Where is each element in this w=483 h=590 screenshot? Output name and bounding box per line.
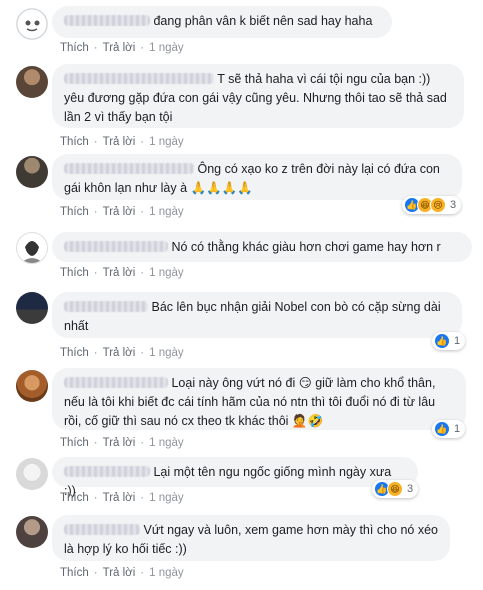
reaction-count: 1 bbox=[454, 335, 461, 347]
timestamp[interactable]: 1 ngày bbox=[149, 42, 184, 54]
reply-link[interactable]: Trả lời bbox=[103, 437, 136, 449]
timestamp[interactable]: 1 ngày bbox=[149, 206, 184, 218]
comment-text: đang phân vân k biết nên sad hay haha bbox=[153, 14, 373, 28]
reply-link[interactable]: Trả lời bbox=[103, 567, 136, 579]
comment-actions: Thích · Trả lời · 1 ngày bbox=[60, 136, 184, 148]
reaction-summary[interactable]: 👍 1 bbox=[432, 420, 466, 438]
comment-bubble: Lại một tên ngu ngốc giống mình ngày xưa… bbox=[52, 457, 418, 498]
comment-bubble: Bác lên bục nhận giải Nobel con bò có cặ… bbox=[52, 292, 462, 338]
avatar[interactable] bbox=[16, 516, 48, 548]
comment-bubble: Loại này ông vứt nó đi 😏 giữ làm cho khổ… bbox=[52, 368, 466, 430]
comment-bubble: Nó có thằng khác giàu hơn chơi game hay … bbox=[52, 232, 472, 262]
comment-actions: Thích · Trả lời · 1 ngày bbox=[60, 437, 184, 449]
avatar[interactable] bbox=[16, 370, 48, 402]
avatar[interactable] bbox=[16, 66, 48, 98]
haha-reaction-icon: 😆 bbox=[387, 481, 403, 497]
like-reaction-icon: 👍 bbox=[434, 421, 450, 437]
timestamp[interactable]: 1 ngày bbox=[149, 567, 184, 579]
timestamp[interactable]: 1 ngày bbox=[149, 136, 184, 148]
author-name[interactable] bbox=[64, 524, 140, 535]
like-link[interactable]: Thích bbox=[60, 206, 89, 218]
author-name[interactable] bbox=[64, 301, 148, 312]
reaction-count: 1 bbox=[454, 423, 461, 435]
timestamp[interactable]: 1 ngày bbox=[149, 267, 184, 279]
reply-link[interactable]: Trả lời bbox=[103, 267, 136, 279]
comment-actions: Thích · Trả lời · 1 ngày bbox=[60, 347, 184, 359]
avatar[interactable] bbox=[16, 232, 48, 264]
sad-reaction-icon: 😢 bbox=[430, 197, 446, 213]
avatar[interactable] bbox=[16, 292, 48, 324]
reaction-summary[interactable]: 👍 1 bbox=[432, 332, 466, 350]
comment-bubble: Vứt ngay và luôn, xem game hơn mày thì c… bbox=[52, 515, 450, 561]
reaction-count: 3 bbox=[407, 483, 414, 495]
author-name[interactable] bbox=[64, 15, 150, 26]
comment-actions: Thích · Trả lời · 1 ngày bbox=[60, 42, 184, 54]
author-name[interactable] bbox=[64, 377, 168, 388]
reply-link[interactable]: Trả lời bbox=[103, 492, 136, 504]
avatar[interactable] bbox=[16, 458, 48, 490]
like-link[interactable]: Thích bbox=[60, 267, 89, 279]
like-link[interactable]: Thích bbox=[60, 567, 89, 579]
reaction-count: 3 bbox=[450, 199, 457, 211]
comment-actions: Thích · Trả lời · 1 ngày bbox=[60, 206, 184, 218]
author-name[interactable] bbox=[64, 241, 168, 252]
comment-actions: Thích · Trả lời · 1 ngày bbox=[60, 267, 184, 279]
like-link[interactable]: Thích bbox=[60, 437, 89, 449]
like-link[interactable]: Thích bbox=[60, 136, 89, 148]
avatar[interactable] bbox=[16, 156, 48, 188]
like-link[interactable]: Thích bbox=[60, 42, 89, 54]
reply-link[interactable]: Trả lời bbox=[103, 136, 136, 148]
author-name[interactable] bbox=[64, 73, 214, 84]
timestamp[interactable]: 1 ngày bbox=[149, 437, 184, 449]
comment-bubble: T sẽ thả haha vì cái tội ngu của bạn :))… bbox=[52, 64, 464, 128]
comment-text: Nó có thằng khác giàu hơn chơi game hay … bbox=[171, 240, 441, 254]
reaction-summary[interactable]: 👍 😆 😢 3 bbox=[402, 196, 462, 214]
timestamp[interactable]: 1 ngày bbox=[149, 347, 184, 359]
comment-bubble: Ông có xạo ko z trên đời này lại có đứa … bbox=[52, 154, 462, 200]
timestamp[interactable]: 1 ngày bbox=[149, 492, 184, 504]
reply-link[interactable]: Trả lời bbox=[103, 206, 136, 218]
like-reaction-icon: 👍 bbox=[434, 333, 450, 349]
author-name[interactable] bbox=[64, 163, 194, 174]
like-link[interactable]: Thích bbox=[60, 347, 89, 359]
like-link[interactable]: Thích bbox=[60, 492, 89, 504]
avatar-default-icon bbox=[16, 8, 48, 40]
comment-actions: Thích · Trả lời · 1 ngày bbox=[60, 567, 184, 579]
comment-actions: Thích · Trả lời · 1 ngày bbox=[60, 492, 184, 504]
comment-bubble: đang phân vân k biết nên sad hay haha bbox=[52, 6, 392, 38]
reply-link[interactable]: Trả lời bbox=[103, 42, 136, 54]
avatar[interactable] bbox=[16, 8, 48, 40]
author-name[interactable] bbox=[64, 466, 150, 477]
reply-link[interactable]: Trả lời bbox=[103, 347, 136, 359]
avatar-sketch-icon bbox=[21, 241, 43, 263]
reaction-summary[interactable]: 👍 😆 3 bbox=[372, 480, 419, 498]
